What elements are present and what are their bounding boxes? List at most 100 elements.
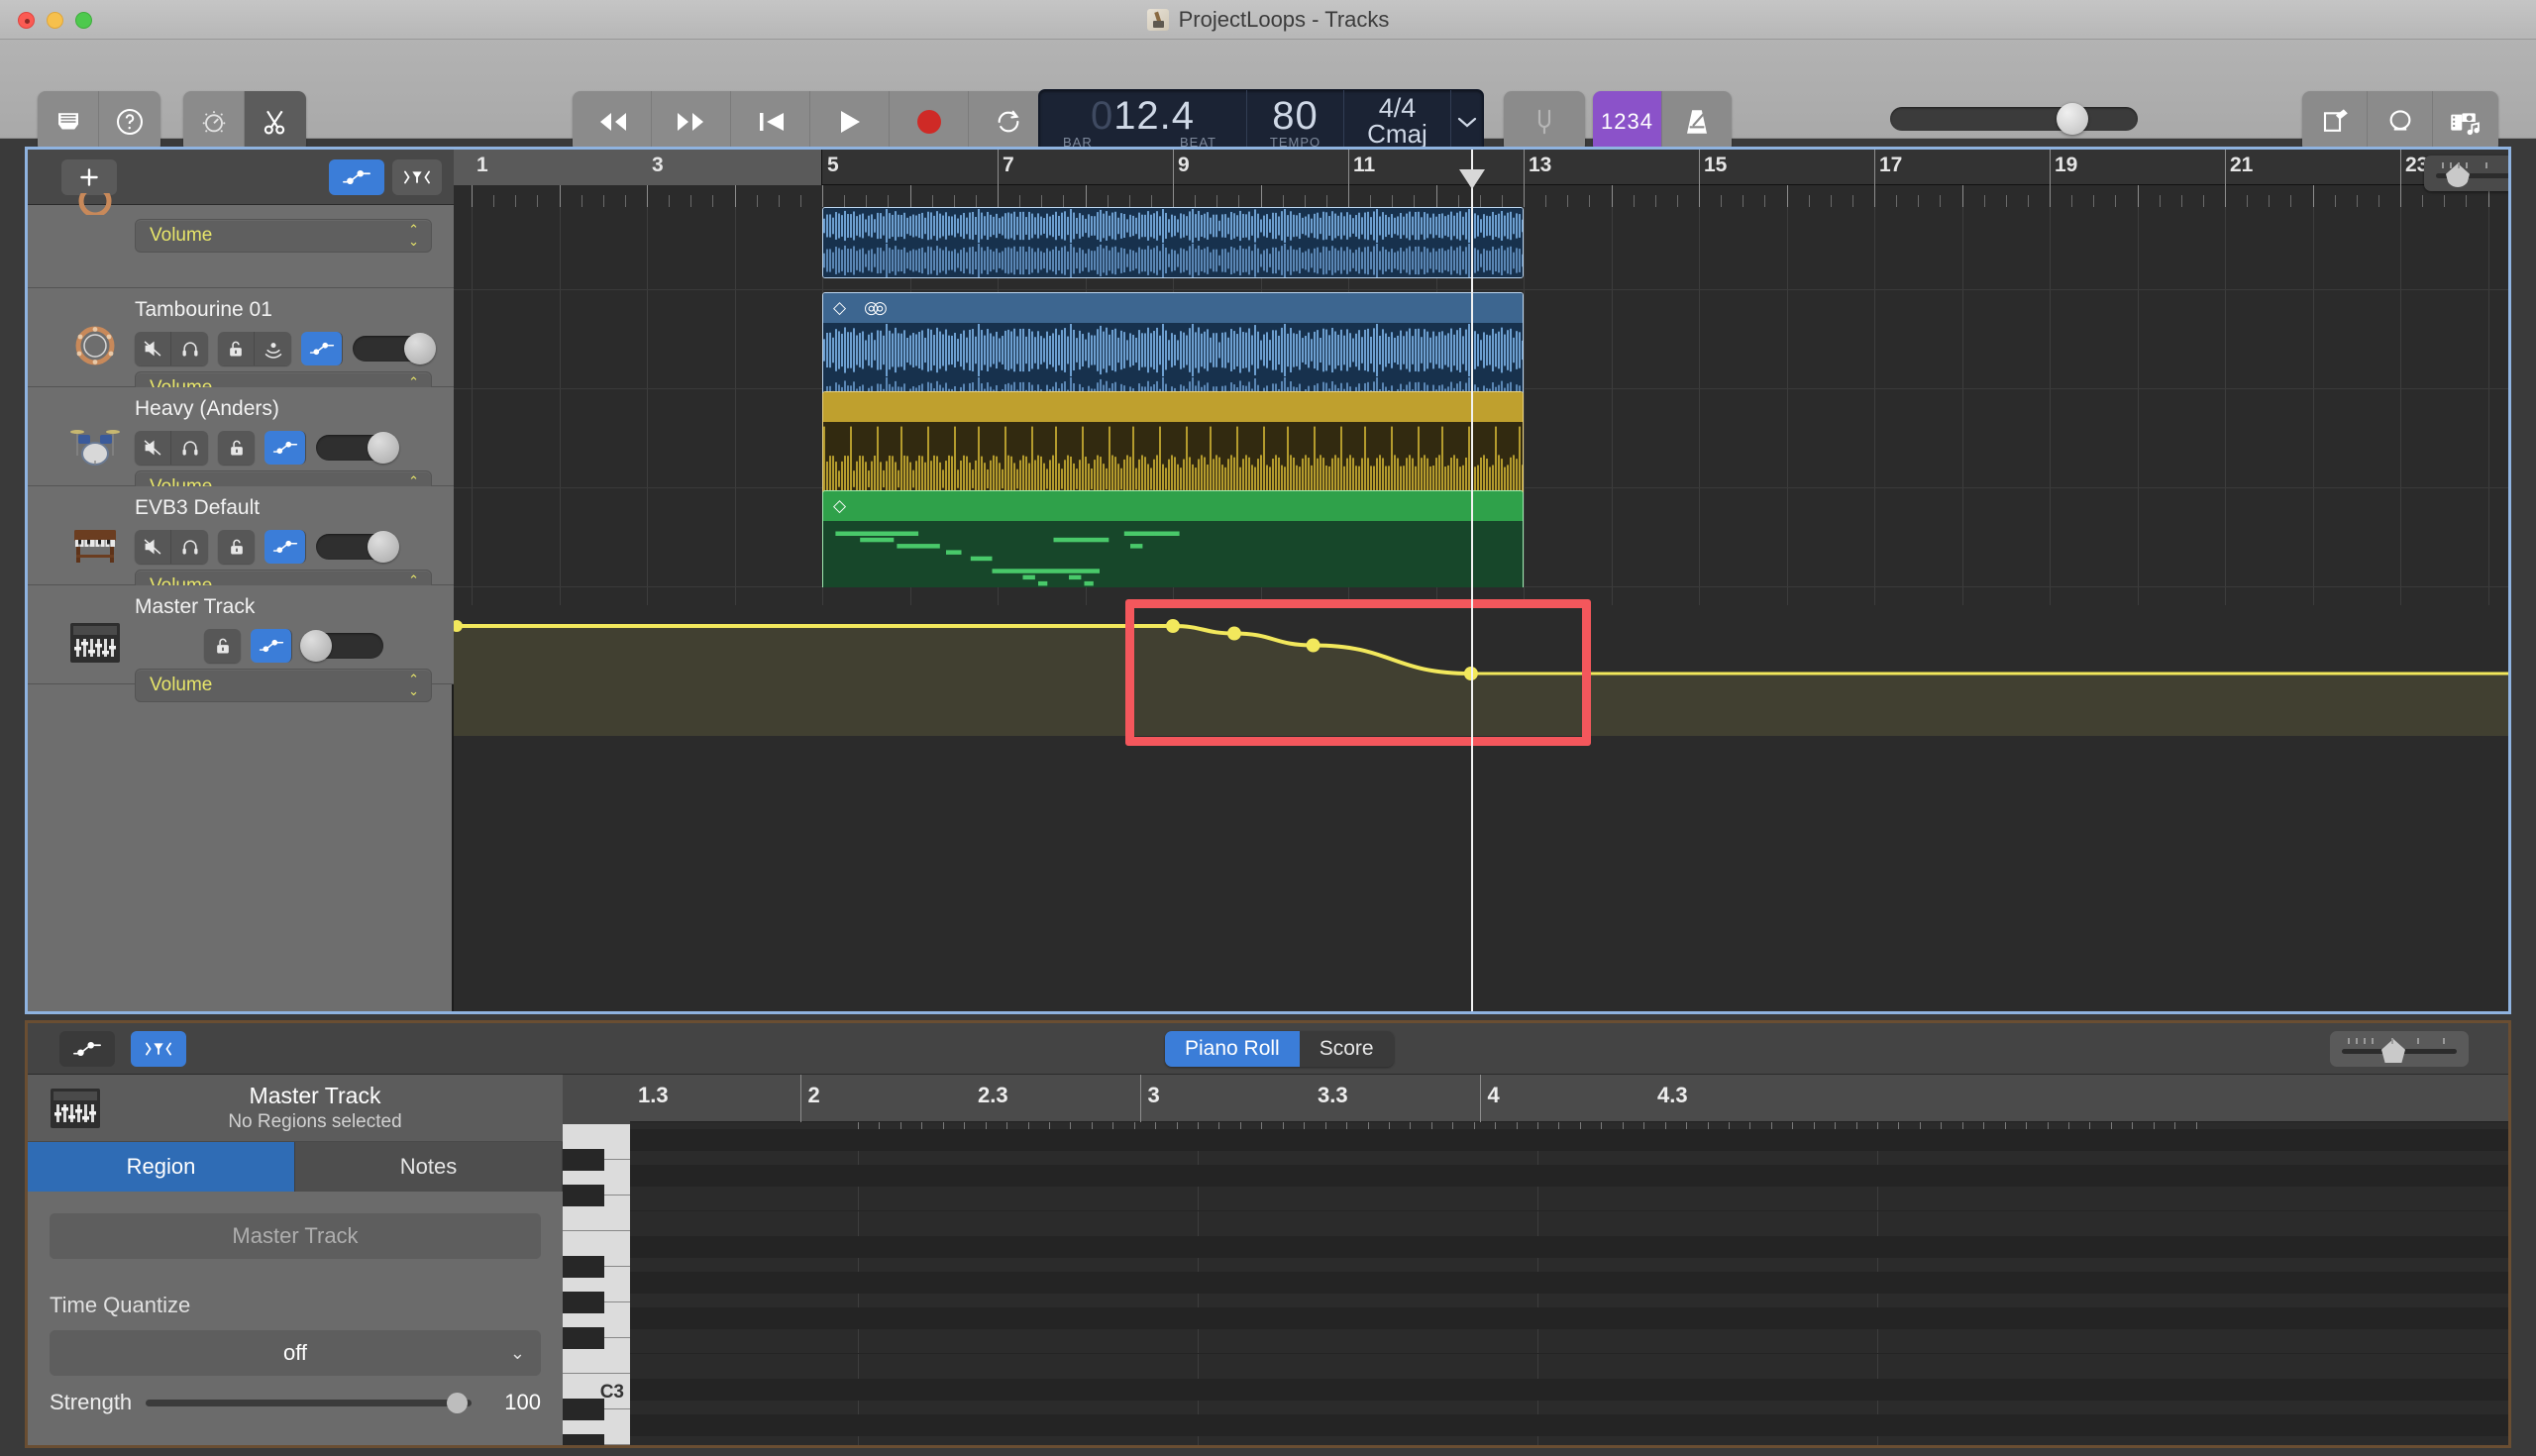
time-quantize-select[interactable]: off ⌄	[50, 1330, 541, 1376]
editor-view-tabs[interactable]: Piano Roll Score	[1165, 1031, 1394, 1067]
tab-notes[interactable]: Notes	[295, 1142, 563, 1192]
count-in-button[interactable]: 1234	[1593, 91, 1662, 153]
editor-flex-button[interactable]	[131, 1031, 186, 1067]
track-header-master-track[interactable]: Master Track Volume ⌃ ⌄	[28, 585, 454, 702]
region-header[interactable]: ◇	[823, 491, 1523, 521]
piano-black-key[interactable]	[563, 1434, 604, 1445]
volume-slider-knob[interactable]	[368, 531, 399, 563]
master-level-slider[interactable]	[1890, 103, 2138, 135]
lcd-position[interactable]: 012.4 BAR BEAT	[1039, 90, 1247, 154]
lock-button[interactable]	[218, 431, 255, 465]
tuner-button[interactable]	[1504, 91, 1585, 153]
solo-button[interactable]	[171, 431, 208, 465]
piano-black-key[interactable]	[563, 1327, 604, 1349]
piano-black-key[interactable]	[563, 1149, 604, 1171]
media-browser-button[interactable]	[2433, 91, 2498, 153]
mute-button[interactable]	[135, 530, 171, 564]
track-automation-button[interactable]	[251, 629, 292, 663]
cycle-loop-button[interactable]	[969, 91, 1048, 153]
volume-slider-knob[interactable]	[368, 432, 399, 464]
volume-slider-knob[interactable]	[300, 630, 332, 662]
track-name[interactable]: Master Track	[135, 595, 255, 619]
track-header-tambourine-01[interactable]: Tambourine 01Volume⌃⌄	[28, 288, 454, 405]
track-name[interactable]: Tambourine 01	[135, 298, 272, 322]
playhead-handle[interactable]	[1458, 169, 1485, 189]
mute-button[interactable]	[135, 332, 171, 365]
track-volume-slider[interactable]	[316, 432, 399, 464]
piano-roll-row-accidental[interactable]	[630, 1307, 2508, 1329]
automation-point[interactable]	[1226, 626, 1241, 641]
loop-browser-button[interactable]	[2368, 91, 2433, 153]
automation-toggle-button[interactable]	[329, 159, 384, 195]
go-to-beginning-button[interactable]	[731, 91, 810, 153]
strength-slider[interactable]	[146, 1392, 472, 1413]
automation-parameter-select[interactable]: Volume ⌃⌄	[135, 219, 432, 253]
tab-score[interactable]: Score	[1299, 1031, 1394, 1067]
piano-white-key[interactable]	[563, 1445, 630, 1448]
arrange-canvas[interactable]: 1 3 5 7 9 11 13 15 17 19 21 23 ◇ ◎◎ ◇	[454, 150, 2508, 1011]
piano-roll-row-accidental[interactable]	[630, 1414, 2508, 1436]
region-name-field[interactable]: Master Track	[50, 1213, 541, 1259]
piano-black-key[interactable]	[563, 1256, 604, 1278]
track-name[interactable]: EVB3 Default	[135, 496, 260, 520]
piano-roll-row-accidental[interactable]	[630, 1379, 2508, 1401]
solo-button[interactable]	[171, 332, 208, 365]
mute-button[interactable]	[135, 431, 171, 465]
automation-parameter-select[interactable]: Volume ⌃⌄	[135, 669, 432, 702]
metronome-button[interactable]	[1662, 91, 1732, 153]
input-monitor-button[interactable]	[255, 332, 291, 365]
stepper-arrows-icon[interactable]: ⌃⌄	[408, 223, 419, 248]
piano-black-key[interactable]	[563, 1399, 604, 1420]
automation-point[interactable]	[1306, 638, 1321, 653]
piano-black-key[interactable]	[563, 1292, 604, 1313]
automation-point[interactable]	[1166, 619, 1180, 633]
region-body[interactable]	[823, 208, 1523, 277]
piano-keyboard[interactable]: C3	[563, 1124, 630, 1448]
tab-piano-roll[interactable]: Piano Roll	[1165, 1031, 1300, 1067]
piano-roll-note-area[interactable]	[630, 1122, 2508, 1445]
loop-icon[interactable]: ◎◎	[864, 298, 888, 318]
lcd-signature[interactable]: 4/4 Cmaj	[1344, 90, 1451, 154]
editor-zoom-slider[interactable]	[2330, 1031, 2469, 1067]
lcd-display[interactable]: 012.4 BAR BEAT 80 TEMPO 4/4 Cmaj	[1038, 89, 1484, 155]
piano-black-key[interactable]	[563, 1185, 604, 1206]
piano-roll-row-accidental[interactable]	[630, 1272, 2508, 1294]
chevron-down-icon[interactable]	[1451, 90, 1483, 154]
quick-help-button[interactable]	[99, 91, 160, 153]
volume-slider-knob[interactable]	[404, 333, 436, 364]
track-header-evb3-default[interactable]: EVB3 DefaultVolume⌃⌄	[28, 486, 454, 603]
piano-roll-row-accidental[interactable]	[630, 1165, 2508, 1187]
track-automation-button[interactable]	[301, 332, 343, 365]
track-header-heavy-anders-[interactable]: Heavy (Anders)Volume⌃⌄	[28, 387, 454, 504]
solo-button[interactable]	[171, 530, 208, 564]
lock-button[interactable]	[218, 530, 255, 564]
strength-slider-knob[interactable]	[447, 1392, 468, 1413]
record-button[interactable]	[890, 91, 969, 153]
track-name[interactable]: Heavy (Anders)	[135, 397, 279, 421]
track-automation-button[interactable]	[264, 530, 306, 564]
fast-forward-button[interactable]	[652, 91, 731, 153]
track-lanes[interactable]: ◇ ◎◎ ◇	[454, 207, 2508, 1011]
smart-controls-button[interactable]	[183, 91, 245, 153]
horizontal-zoom-slider[interactable]	[2424, 156, 2508, 191]
add-track-button[interactable]	[61, 159, 117, 195]
editor-zoom-handle[interactable]	[2381, 1039, 2405, 1063]
play-button[interactable]	[810, 91, 890, 153]
tab-region[interactable]: Region	[28, 1142, 295, 1192]
piano-roll-row-accidental[interactable]	[630, 1129, 2508, 1151]
piano-roll-row-accidental[interactable]	[630, 1236, 2508, 1258]
track-volume-slider[interactable]	[300, 630, 383, 662]
playhead[interactable]	[1470, 150, 1473, 1011]
notepad-pencil-button[interactable]	[2302, 91, 2368, 153]
stepper-arrows-icon[interactable]: ⌃⌄	[408, 673, 419, 697]
region-header[interactable]	[823, 392, 1523, 422]
track-volume-slider[interactable]	[353, 333, 436, 364]
level-slider-knob[interactable]	[2057, 103, 2088, 135]
editor-automation-button[interactable]	[59, 1031, 115, 1067]
master-automation-lane[interactable]	[454, 587, 2508, 736]
track-volume-slider[interactable]	[316, 531, 399, 563]
region[interactable]	[822, 207, 1524, 278]
track-automation-button[interactable]	[264, 431, 306, 465]
track-header-audio-track-scrolled-[interactable]: Volume ⌃ ⌄	[28, 193, 454, 288]
automation-curve[interactable]	[454, 587, 2508, 736]
